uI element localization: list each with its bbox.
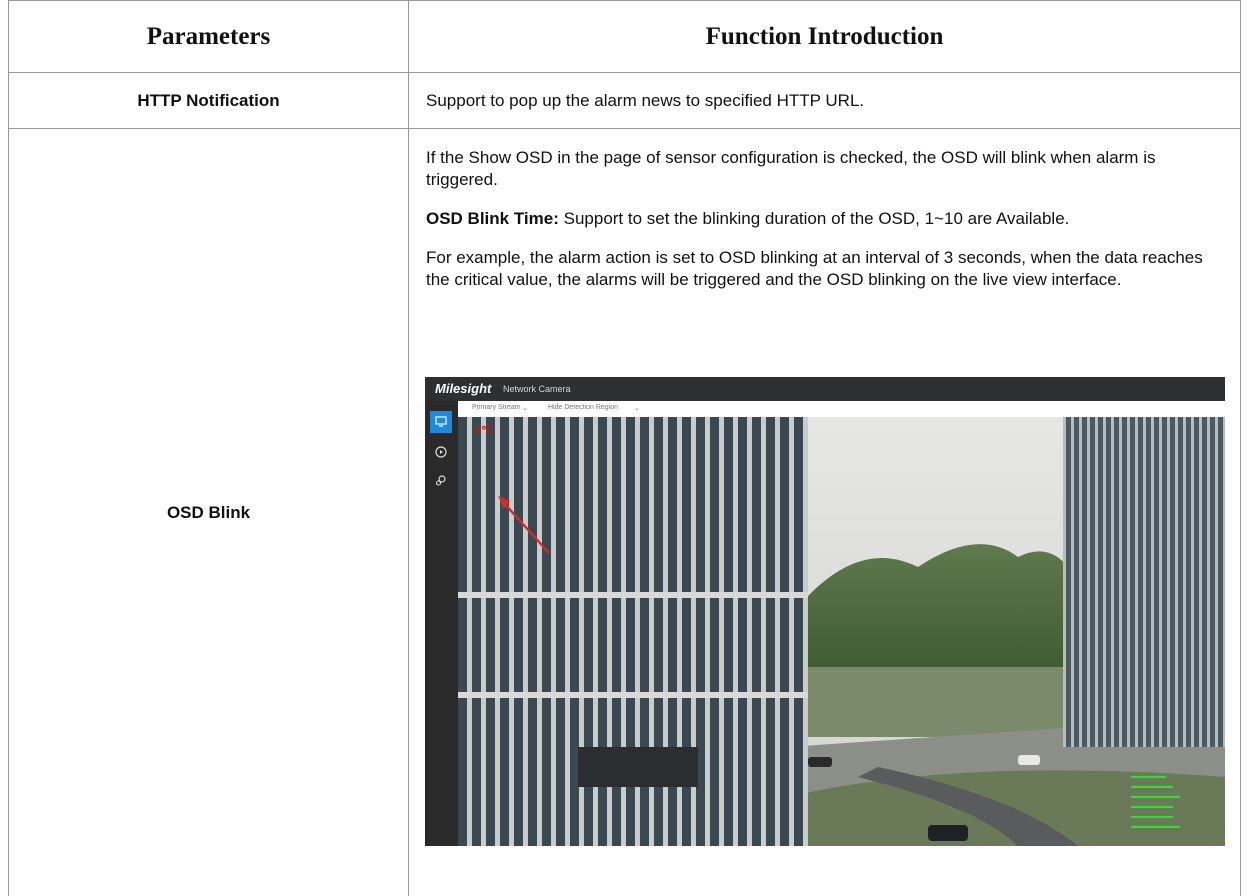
brand-subtitle: Network Camera <box>503 384 571 394</box>
trees <box>798 667 1078 737</box>
camera-header: Milesight Network Camera <box>425 377 1225 401</box>
camera-video-frame <box>458 417 1225 846</box>
camera-sidebar <box>425 401 458 846</box>
header-function-introduction: Function Introduction <box>705 22 944 50</box>
stream-select[interactable]: Primary Stream <box>472 404 521 411</box>
column-divider <box>408 0 409 896</box>
osd-info-line: ▬▬▬▬▬▬ <box>1131 803 1173 810</box>
live-view-screenshot: Milesight Network Camera Primary Stream … <box>425 377 1225 846</box>
param-http-notification: HTTP Notification <box>137 90 280 110</box>
live-view-icon[interactable] <box>430 411 452 433</box>
osd-blink-time-text: Support to set the blinking duration of … <box>558 209 1070 228</box>
chevron-down-icon: ⌄ <box>522 405 528 412</box>
table-border-right <box>1240 0 1241 896</box>
osd-info-line: ▬▬▬▬▬▬▬ <box>1131 793 1180 800</box>
desc-osd-blink: If the Show OSD in the page of sensor co… <box>426 147 1226 291</box>
osd-blink-time: OSD Blink Time: Support to set the blink… <box>426 208 1226 230</box>
osd-info-line: ▬▬▬▬▬ <box>1131 773 1166 780</box>
building-right <box>1063 417 1225 747</box>
osd-temperature: 0℃ <box>475 425 494 437</box>
osd-info-line: ▬▬▬▬▬▬ <box>1131 813 1173 820</box>
desc-http-notification: Support to pop up the alarm news to spec… <box>426 91 865 110</box>
osd-blink-example: For example, the alarm action is set to … <box>426 248 1203 289</box>
chevron-down-icon: ⌄ <box>634 405 640 412</box>
osd-info-line: ▬▬▬▬▬▬ <box>1131 783 1173 790</box>
region-select[interactable]: Hide Detection Region <box>548 404 618 411</box>
stream-toolbar: Primary Stream ⌄ Hide Detection Region ⌄ <box>458 401 1225 418</box>
param-osd-blink: OSD Blink <box>166 502 251 522</box>
osd-blink-intro: If the Show OSD in the page of sensor co… <box>426 148 1156 189</box>
header-parameters: Parameters <box>146 22 271 50</box>
settings-icon[interactable] <box>430 469 452 491</box>
osd-info-line: ▬▬▬▬▬▬▬ <box>1131 823 1180 830</box>
brand-logo: Milesight <box>435 381 492 396</box>
osd-blink-time-label: OSD Blink Time: <box>426 209 559 228</box>
playback-icon[interactable] <box>430 441 452 463</box>
